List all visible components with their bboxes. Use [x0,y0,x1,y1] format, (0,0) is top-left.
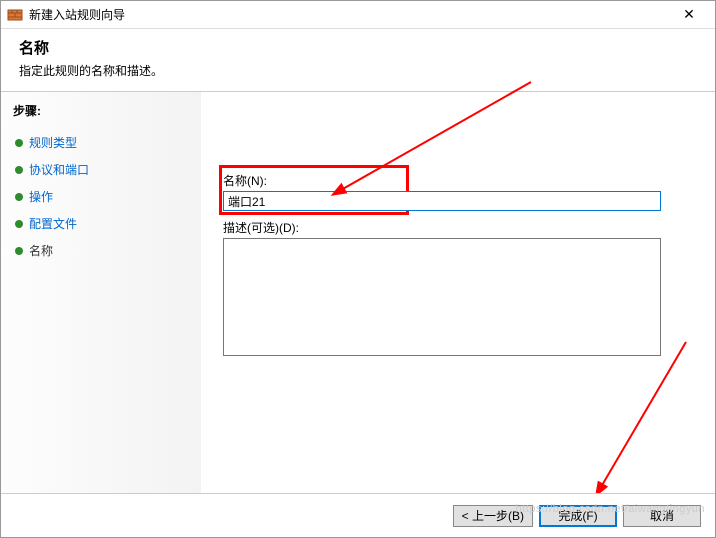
steps-heading: 步骤: [13,102,189,119]
finish-button[interactable]: 完成(F) [539,505,617,527]
steps-sidebar: 步骤: 规则类型 协议和端口 操作 配置文件 名称 [1,92,201,497]
close-button[interactable]: ✕ [669,4,709,26]
bullet-icon [15,247,23,255]
description-textarea[interactable] [223,238,661,356]
content-panel: 名称(N): 描述(可选)(D): [201,92,715,497]
step-rule-type[interactable]: 规则类型 [13,129,189,156]
page-subtitle: 指定此规则的名称和描述。 [19,62,697,79]
name-label: 名称(N): [223,172,661,189]
step-label: 协议和端口 [29,161,89,178]
step-action[interactable]: 操作 [13,183,189,210]
wizard-header: 名称 指定此规则的名称和描述。 [1,29,715,92]
titlebar: 新建入站规则向导 ✕ [1,1,715,29]
step-label: 配置文件 [29,215,77,232]
cancel-button[interactable]: 取消 [623,505,701,527]
step-label: 操作 [29,188,53,205]
page-title: 名称 [19,37,697,58]
bullet-icon [15,166,23,174]
step-label: 规则类型 [29,134,77,151]
bullet-icon [15,193,23,201]
description-label: 描述(可选)(D): [223,219,661,236]
firewall-icon [7,7,23,23]
wizard-footer: < 上一步(B) 完成(F) 取消 [1,493,715,537]
step-protocol-port[interactable]: 协议和端口 [13,156,189,183]
bullet-icon [15,220,23,228]
bullet-icon [15,139,23,147]
name-input[interactable] [223,191,661,211]
step-label: 名称 [29,242,53,259]
window-title: 新建入站规则向导 [29,6,669,23]
step-name[interactable]: 名称 [13,237,189,264]
step-profile[interactable]: 配置文件 [13,210,189,237]
close-icon: ✕ [683,6,695,23]
back-button[interactable]: < 上一步(B) [453,505,533,527]
